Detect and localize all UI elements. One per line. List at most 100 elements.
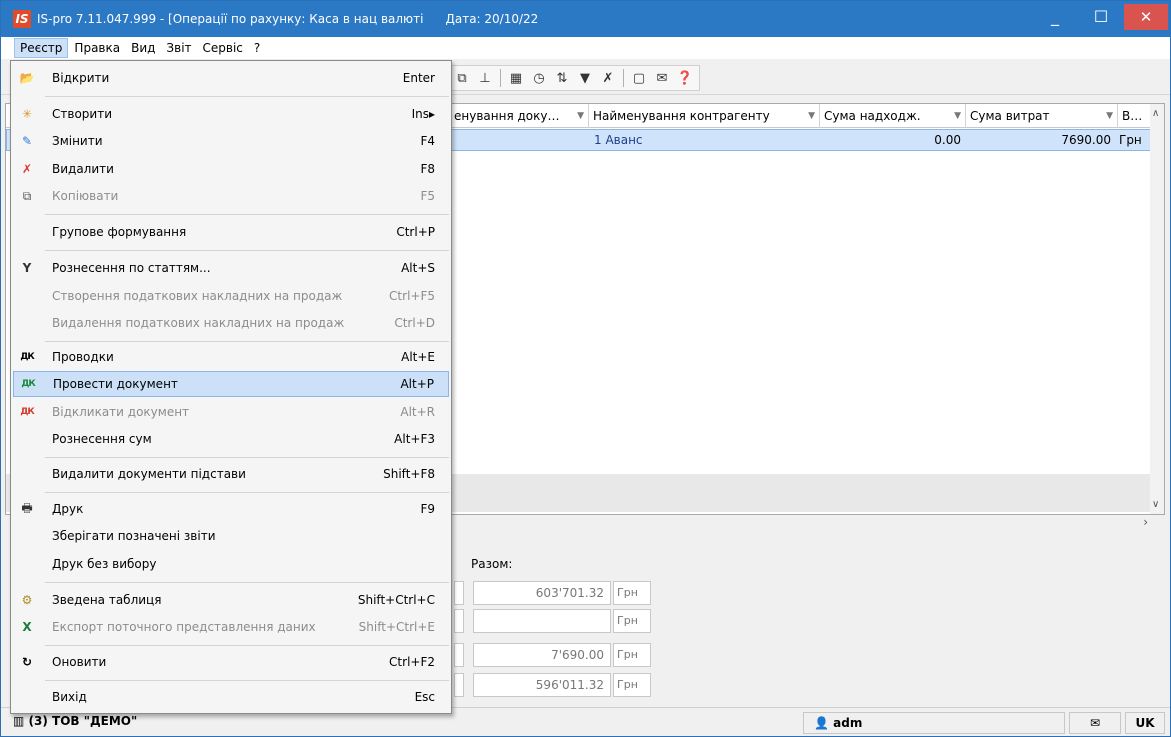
mail-icon[interactable]: ✉ [654, 70, 670, 86]
col-income[interactable]: Сума надходж. ▼ [820, 104, 966, 128]
menu-registry[interactable]: Реєстр [14, 38, 69, 58]
total-currency-2: Грн [613, 609, 651, 633]
help-icon[interactable]: ❓ [677, 70, 693, 86]
sort-arrow-icon: ▼ [577, 111, 584, 121]
menu-item-print-no-choice[interactable]: Друк без вибору [13, 551, 449, 577]
menu-item-pivot-table[interactable]: ⚙ Зведена таблиця Shift+Ctrl+C [13, 587, 449, 613]
total-currency-4: Грн [613, 673, 651, 697]
submenu-arrow-icon: ▸ [428, 107, 435, 121]
menu-separator [45, 680, 449, 681]
menu-service[interactable]: Сервіс [198, 39, 248, 57]
filter-icon[interactable]: ▼ [577, 70, 593, 86]
total-field-4: 596'011.32 [473, 673, 611, 697]
menu-item-create[interactable]: ✳ Створити Ins▸ [13, 101, 449, 127]
registry-dropdown-menu: 📂 Відкрити Enter ✳ Створити Ins▸ ✎ Зміни… [10, 60, 452, 714]
col-contractor[interactable]: Найменування контрагенту ▼ [589, 104, 820, 128]
totals-label: Разом: [471, 557, 513, 571]
menu-separator [45, 96, 449, 97]
menu-report[interactable]: Звіт [161, 39, 196, 57]
period-icon[interactable]: ◷ [531, 70, 547, 86]
menu-item-delete-base-docs[interactable]: Видалити документи підстави Shift+F8 [13, 461, 449, 487]
app-logo-icon: IS [13, 10, 31, 28]
sort-arrow-icon: ▼ [1106, 111, 1113, 121]
sort-icon[interactable]: ⇅ [554, 70, 570, 86]
menu-item-edit[interactable]: ✎ Змінити F4 [13, 128, 449, 154]
scroll-up-icon[interactable]: ∧ [1152, 108, 1159, 119]
dk-revoke-icon: ДК [20, 407, 34, 417]
menu-separator [45, 250, 449, 251]
maximize-button[interactable]: ☐ [1078, 1, 1124, 31]
menu-item-delete-tax-invoices[interactable]: Видалення податкових накладних на продаж… [13, 310, 449, 336]
mail-status-icon[interactable]: ✉ [1069, 712, 1121, 734]
user-icon: 👤 [814, 716, 834, 730]
col-expense[interactable]: Сума витрат ▼ [966, 104, 1118, 128]
menu-separator [45, 457, 449, 458]
menu-item-exit[interactable]: Вихід Esc [13, 684, 449, 710]
edit-icon: ✎ [21, 134, 33, 148]
menu-item-split-sums[interactable]: Рознесення сум Alt+F3 [13, 426, 449, 452]
window-date: Дата: 20/10/22 [445, 12, 539, 26]
close-button[interactable]: ✕ [1124, 4, 1168, 30]
menu-view[interactable]: Вид [126, 39, 160, 57]
dk-post-icon: ДК [21, 379, 35, 389]
menu-item-print[interactable]: 🖶 Друк F9 [13, 496, 449, 522]
org-label: ▥ (3) ТОВ "ДЕМО" [13, 714, 138, 728]
menu-item-revoke-document[interactable]: ДК Відкликати документ Alt+R [13, 399, 449, 425]
cell-doc [455, 130, 589, 150]
dk-icon: ДК [20, 352, 34, 362]
title-bar: IS IS-pro 7.11.047.999 - [Операції по ра… [1, 1, 1170, 37]
menu-item-refresh[interactable]: ↻ Оновити Ctrl+F2 [13, 649, 449, 675]
menu-item-split-articles[interactable]: Y Рознесення по статтям... Alt+S [13, 255, 449, 281]
delete-icon: ✗ [21, 162, 33, 176]
menu-item-delete[interactable]: ✗ Видалити F8 [13, 156, 449, 182]
total-stub [454, 673, 464, 697]
open-icon: 📂 [19, 71, 35, 85]
refresh-icon: ↻ [21, 655, 33, 669]
scroll-down-icon[interactable]: ∨ [1152, 499, 1159, 510]
cell-contractor: 1 Аванс [594, 133, 643, 147]
menu-item-open[interactable]: 📂 Відкрити Enter [13, 65, 449, 91]
copy-icon: ⧉ [22, 188, 32, 203]
total-field-3: 7'690.00 [473, 643, 611, 667]
sort-arrow-icon: ▼ [954, 111, 961, 121]
tree-icon[interactable]: ⊥ [477, 70, 493, 86]
language-indicator[interactable]: UK [1125, 712, 1165, 734]
split-icon: Y [22, 261, 32, 275]
menu-item-export-view[interactable]: X Експорт поточного представлення даних … [13, 614, 449, 640]
app-window: IS IS-pro 7.11.047.999 - [Операції по ра… [0, 0, 1171, 737]
menu-item-post-document[interactable]: ДК Провести документ Alt+P [13, 371, 449, 397]
scroll-right-icon[interactable]: › [1143, 515, 1148, 529]
menu-item-save-marked-reports[interactable]: Зберігати позначені звіти [13, 523, 449, 549]
clear-filter-icon[interactable]: ✗ [600, 70, 616, 86]
menu-item-group-forming[interactable]: Групове формування Ctrl+P [13, 219, 449, 245]
menu-item-postings[interactable]: ДК Проводки Alt+E [13, 344, 449, 370]
table-icon[interactable]: ▦ [508, 70, 524, 86]
total-field-2 [473, 609, 611, 633]
copy-window-icon[interactable]: ⧉ [454, 70, 470, 86]
total-field-1: 603'701.32 [473, 581, 611, 605]
menu-separator [45, 341, 449, 342]
sort-arrow-icon: ▼ [808, 111, 815, 121]
minimize-button[interactable]: _ [1032, 1, 1078, 31]
building-icon: ▥ [13, 714, 29, 728]
user-panel: 👤 adm [803, 712, 1065, 734]
menu-separator [45, 645, 449, 646]
col-currency[interactable]: В… [1118, 104, 1152, 128]
menu-bar: Реєстр Правка Вид Звіт Сервіс ? [1, 37, 1170, 59]
menu-edit[interactable]: Правка [69, 39, 125, 57]
vertical-scrollbar[interactable]: ∧ ∨ [1150, 104, 1164, 514]
note-icon[interactable]: ▢ [631, 70, 647, 86]
total-currency-1: Грн [613, 581, 651, 605]
menu-separator [45, 582, 449, 583]
toolbar-separator [623, 69, 624, 87]
pivot-icon: ⚙ [21, 593, 33, 607]
menu-help[interactable]: ? [249, 39, 265, 57]
create-icon: ✳ [21, 107, 33, 121]
cell-income: 0.00 [934, 133, 961, 147]
menu-item-create-tax-invoices[interactable]: Створення податкових накладних на продаж… [13, 283, 449, 309]
total-stub [454, 643, 464, 667]
excel-icon: X [22, 620, 32, 634]
total-currency-3: Грн [613, 643, 651, 667]
menu-item-copy[interactable]: ⧉ Копіювати F5 [13, 183, 449, 209]
menu-separator [45, 492, 449, 493]
